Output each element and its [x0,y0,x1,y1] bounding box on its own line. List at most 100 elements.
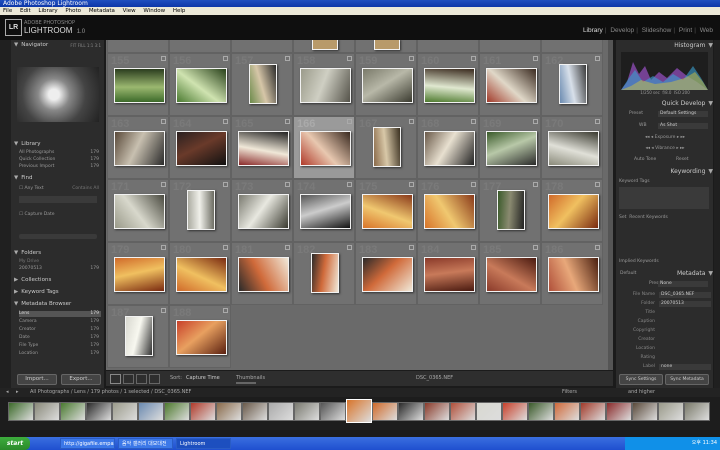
find-header[interactable]: ▼ Find [11,174,104,183]
back-arrow-icon[interactable]: ◂ [6,388,9,397]
grid-cell[interactable]: 186 [541,242,603,305]
metadata-field-value[interactable] [659,355,711,361]
metadata-field-value[interactable] [659,310,711,316]
cell-badge-icon[interactable] [471,245,476,250]
grid-cell[interactable]: 185 [479,242,541,305]
metadata-item-location[interactable]: Location 179 [19,351,101,357]
grid-cell[interactable]: 182 [293,242,355,305]
grid-cell[interactable]: 160 [417,53,479,116]
export-button[interactable]: Export... [61,374,101,385]
cell-badge-icon[interactable] [595,56,600,61]
grid-cell[interactable]: 177 [479,179,541,242]
find-any-text[interactable]: ☐ Any Text Contains All [19,186,101,192]
filmstrip-thumbnail[interactable] [86,402,112,421]
grid-cell[interactable]: 169 [479,116,541,179]
grid-cell[interactable]: 158 [293,53,355,116]
cell-badge-icon[interactable] [161,56,166,61]
library-item-quick-collection[interactable]: Quick Collection 179 [19,157,101,163]
photo-grid[interactable]: 155 156 157 158 159 160 161 162 163 164 165 166 167 1… [106,40,613,370]
grid-cell[interactable]: 184 [417,242,479,305]
quick-develop-header[interactable]: Quick Develop ▼ [616,99,713,108]
filmstrip[interactable] [0,397,720,430]
grid-cell[interactable]: 175 [355,179,417,242]
cell-badge-icon[interactable] [223,308,228,313]
filmstrip-thumbnail[interactable] [450,402,476,421]
menu-file[interactable]: File [3,8,12,14]
metadata-field-value[interactable] [659,337,711,343]
grid-cell[interactable]: 156 [169,53,231,116]
histogram-header[interactable]: Histogram ▼ [616,41,713,50]
cell-badge-icon[interactable] [223,119,228,124]
sort-select[interactable]: Capture Time [186,375,220,381]
cell-badge-icon[interactable] [409,119,414,124]
grid-cell[interactable]: 162 [541,53,603,116]
filmstrip-thumbnail[interactable] [320,402,346,421]
menu-library[interactable]: Library [38,8,57,14]
cell-badge-icon[interactable] [347,245,352,250]
grid-cell[interactable]: 163 [107,116,169,179]
grid-view-icon[interactable] [110,374,121,384]
grid-cell[interactable]: 168 [417,116,479,179]
right-panel-toggle[interactable] [714,40,720,388]
find-capture-date[interactable]: ☐ Capture Date [19,212,101,218]
grid-cell[interactable]: 172 [169,179,231,242]
filmstrip-thumbnail[interactable] [34,402,60,421]
grid-cell[interactable]: 165 [231,116,293,179]
cell-badge-icon[interactable] [533,119,538,124]
grid-cell[interactable]: 157 [231,53,293,116]
filmstrip-thumbnail[interactable] [632,402,658,421]
step-buttons[interactable]: ▸ ▸▸ [675,146,684,151]
cell-badge-icon[interactable] [471,119,476,124]
metadata-field-value[interactable]: DSC_0365.NEF [659,292,711,298]
zoom-options[interactable]: FIT FILL 1:1 3:1 [70,41,101,50]
grid-cell-partial[interactable] [107,40,169,53]
folders-header[interactable]: ▼ Folders [11,249,104,258]
collections-header[interactable]: ▶ Collections [11,276,104,285]
filmstrip-thumbnail[interactable] [372,402,398,421]
filmstrip-thumbnail[interactable] [554,402,580,421]
cell-badge-icon[interactable] [533,56,538,61]
step-buttons[interactable]: ▸ ▸▸ [675,135,685,140]
date-slider[interactable] [19,234,97,239]
grid-cell-partial[interactable] [417,40,479,53]
filmstrip-thumbnail[interactable] [138,402,164,421]
cell-badge-icon[interactable] [471,182,476,187]
grid-cell[interactable]: 188 [169,305,231,368]
grid-scrollbar[interactable] [608,40,613,370]
cell-badge-icon[interactable] [223,56,228,61]
grid-cell[interactable]: 167 [355,116,417,179]
cell-badge-icon[interactable] [347,119,352,124]
grid-cell-partial[interactable] [355,40,417,53]
cell-badge-icon[interactable] [161,119,166,124]
filmstrip-thumbnail[interactable] [294,402,320,421]
grid-cell[interactable]: 166 [293,116,355,179]
taskbar-item-lightroom[interactable]: Lightroom [176,438,231,449]
grid-cell[interactable]: 159 [355,53,417,116]
keyword-set-select[interactable]: Recent Keywords [629,215,668,220]
metadata-field-value[interactable]: 20070513 [659,301,711,307]
cell-badge-icon[interactable] [285,56,290,61]
grid-cell[interactable]: 155 [107,53,169,116]
metadata-item-lens[interactable]: Lens 179 [19,311,101,317]
survey-view-icon[interactable] [149,374,160,384]
filmstrip-thumbnail[interactable] [60,402,86,421]
keyword-tags-input[interactable] [619,187,709,209]
qd-exposure-row[interactable]: ◂◂ ◂ Exposure ▸ ▸▸ [619,135,711,141]
menu-view[interactable]: View [123,8,136,14]
cell-badge-icon[interactable] [223,245,228,250]
metadata-item-file-type[interactable]: File Type 179 [19,343,101,349]
qd-reset-button[interactable]: Reset [676,157,706,163]
cell-badge-icon[interactable] [595,245,600,250]
zoom-fit[interactable]: FIT [70,43,76,48]
menu-window[interactable]: Window [143,8,165,14]
cell-badge-icon[interactable] [409,245,414,250]
grid-cell[interactable]: 176 [417,179,479,242]
cell-badge-icon[interactable] [161,245,166,250]
find-text-input[interactable] [19,196,97,203]
grid-cell[interactable]: 180 [169,242,231,305]
sync-metadata-button[interactable]: Sync Metadata [665,374,709,385]
qd-preset-select[interactable]: Default Settings [658,111,708,117]
cell-badge-icon[interactable] [285,245,290,250]
cell-badge-icon[interactable] [223,182,228,187]
keywording-header[interactable]: Keywording ▼ [616,167,713,176]
